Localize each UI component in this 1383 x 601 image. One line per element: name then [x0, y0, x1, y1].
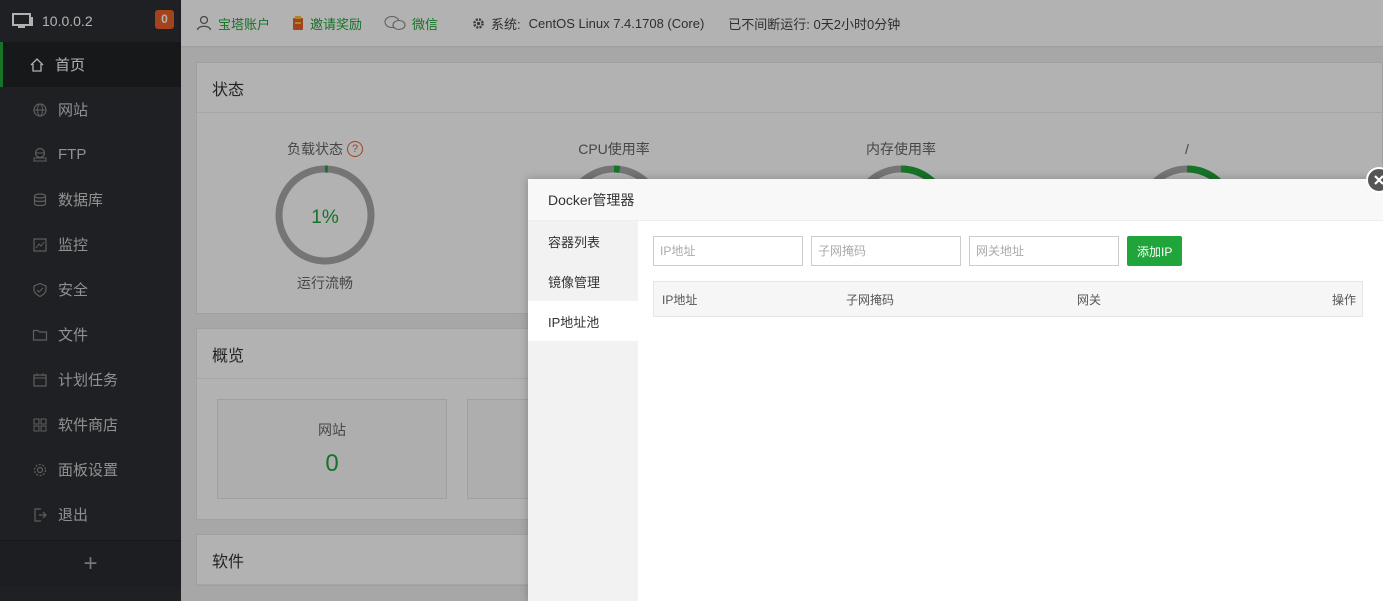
subnet-mask-input[interactable] [811, 236, 961, 266]
add-ip-form: 添加IP [653, 236, 1368, 266]
ip-address-input[interactable] [653, 236, 803, 266]
tab-ip-pool[interactable]: IP地址池 [528, 301, 638, 341]
dialog-tabs: 容器列表 镜像管理 IP地址池 [528, 221, 638, 601]
column-header-actions[interactable]: 操作 [1332, 291, 1356, 308]
docker-manager-dialog: Docker管理器 容器列表 镜像管理 IP地址池 添加IP IP地址 子网掩码… [528, 167, 1383, 601]
ip-pool-panel: 添加IP IP地址 子网掩码 网关 操作 [638, 221, 1383, 601]
dialog-title: Docker管理器 [528, 179, 1383, 221]
add-ip-button[interactable]: 添加IP [1127, 236, 1183, 266]
column-header-gateway[interactable]: 网关 [1077, 291, 1101, 308]
column-header-mask[interactable]: 子网掩码 [846, 291, 894, 308]
table-header: IP地址 子网掩码 网关 操作 [654, 282, 1362, 316]
tab-images[interactable]: 镜像管理 [528, 261, 638, 301]
gateway-input[interactable] [969, 236, 1119, 266]
ip-table: IP地址 子网掩码 网关 操作 [653, 281, 1363, 317]
close-icon [1374, 175, 1383, 185]
column-header-ip[interactable]: IP地址 [662, 291, 697, 308]
tab-containers[interactable]: 容器列表 [528, 221, 638, 261]
